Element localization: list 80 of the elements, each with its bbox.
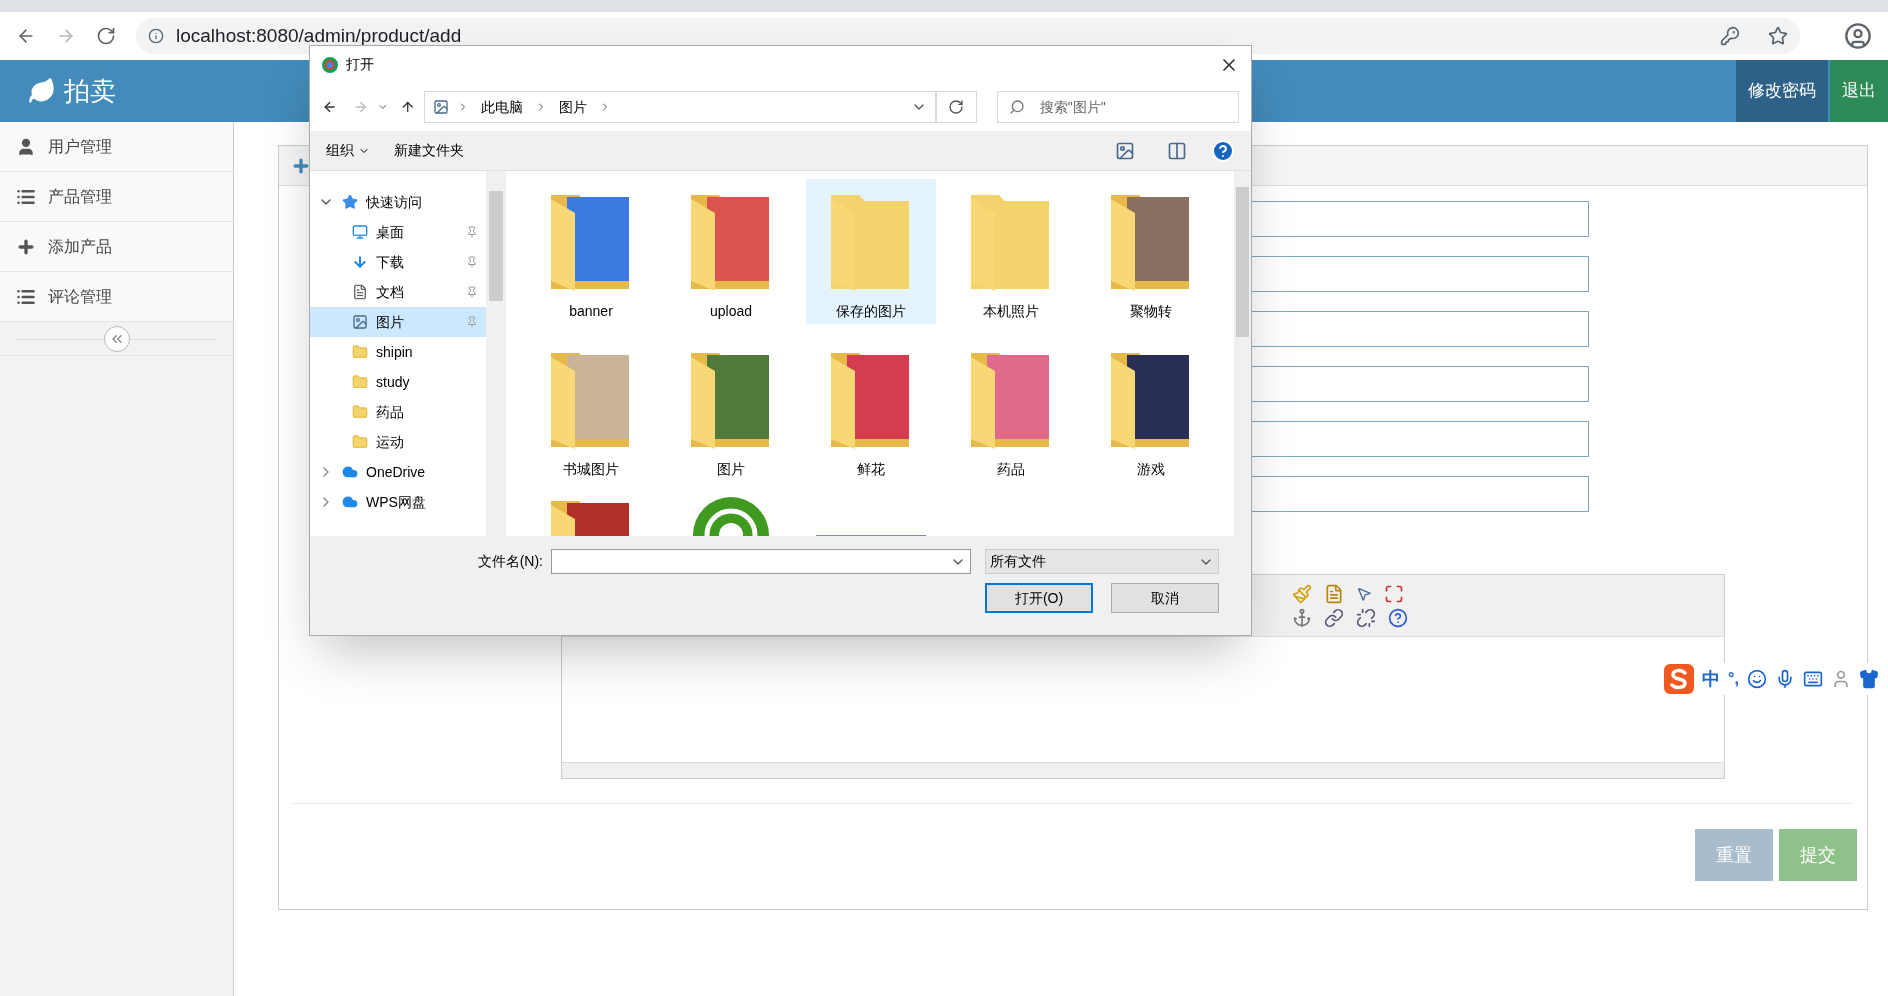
chrome-logo-icon	[322, 56, 338, 73]
profile-icon[interactable]	[1844, 22, 1872, 50]
up-icon[interactable]	[400, 99, 416, 115]
help-icon[interactable]	[1388, 607, 1408, 628]
reload-icon[interactable]	[96, 26, 116, 46]
document-icon[interactable]	[1324, 583, 1344, 604]
leaf-logo-icon	[28, 77, 56, 105]
keyboard-icon[interactable]	[1802, 669, 1823, 689]
refresh-icon	[948, 99, 965, 115]
star-icon	[342, 194, 358, 210]
nav-tree-item[interactable]: WPS网盘	[310, 487, 486, 517]
folder-icon	[352, 344, 368, 360]
folder-item[interactable]: 鲜花	[806, 337, 936, 482]
folder-item[interactable]: 本机照片	[946, 179, 1076, 324]
view-icon[interactable]	[1115, 140, 1135, 161]
key-icon[interactable]	[1720, 26, 1740, 46]
folder-item[interactable]: upload	[666, 179, 796, 324]
picture-icon	[352, 314, 368, 330]
link-icon[interactable]	[1324, 607, 1344, 628]
preview-pane-icon[interactable]	[1167, 140, 1187, 161]
logo-text: 拍卖	[64, 74, 116, 108]
cloud-icon	[342, 464, 358, 480]
cancel-button[interactable]: 取消	[1111, 583, 1219, 613]
cloud-icon	[342, 494, 358, 510]
emoji-icon[interactable]	[1746, 669, 1767, 689]
info-icon	[148, 28, 164, 44]
sidebar-item[interactable]: 添加产品	[0, 222, 233, 272]
anchor-icon[interactable]	[1292, 607, 1312, 628]
organize-menu[interactable]: 组织	[326, 140, 370, 161]
bookmark-star-icon[interactable]	[1768, 26, 1788, 46]
folder-item[interactable]: 聚物转	[1086, 179, 1216, 324]
nav-tree-item[interactable]: OneDrive	[310, 457, 486, 487]
nav-tree-item[interactable]: 快速访问	[310, 187, 486, 217]
search-field[interactable]: 搜索"图片"	[996, 91, 1239, 123]
user-icon	[16, 136, 36, 157]
sidebar-item[interactable]: 产品管理	[0, 172, 233, 222]
breadcrumb-item[interactable]: 此电脑	[480, 96, 523, 118]
breadcrumb-item[interactable]: 图片	[558, 96, 587, 118]
folder-item[interactable]: 图片	[666, 337, 796, 482]
folder-item[interactable]: banner	[526, 179, 656, 324]
folder-item[interactable]: 保存的图片	[806, 179, 936, 324]
fullscreen-icon[interactable]	[1384, 583, 1404, 604]
search-icon	[1008, 99, 1025, 115]
new-folder-button[interactable]: 新建文件夹	[394, 140, 464, 161]
folder-item[interactable]: 游戏	[1086, 337, 1216, 482]
ime-punctuation[interactable]: °,	[1728, 667, 1739, 691]
folder-item[interactable]: 书城图片	[526, 337, 656, 482]
download-icon	[352, 254, 368, 270]
refresh-button[interactable]	[936, 91, 977, 123]
skin-icon[interactable]	[1858, 669, 1879, 689]
document-icon	[352, 284, 368, 300]
nav-tree-item[interactable]: 药品	[310, 397, 486, 427]
change-password-button[interactable]: 修改密码	[1736, 60, 1828, 122]
filename-field[interactable]	[551, 549, 971, 574]
nav-tree-item[interactable]: shipin	[310, 337, 486, 367]
sidebar-item[interactable]: 评论管理	[0, 272, 233, 322]
nav-tree-item[interactable]: 桌面	[310, 217, 486, 247]
nav-tree-item[interactable]: 文档	[310, 277, 486, 307]
nav-tree-item[interactable]: 下载	[310, 247, 486, 277]
nav-tree-item[interactable]: 运动	[310, 427, 486, 457]
logout-button[interactable]: 退出	[1830, 60, 1888, 122]
address-field[interactable]: 此电脑 图片	[423, 91, 937, 123]
unlink-icon[interactable]	[1356, 607, 1376, 628]
nav-tree-item[interactable]: 图片	[310, 307, 486, 337]
folder-icon	[352, 434, 368, 450]
nav-tree-item[interactable]: study	[310, 367, 486, 397]
back-icon[interactable]	[322, 99, 338, 115]
folder-icon	[352, 374, 368, 390]
file-type-dropdown[interactable]: 所有文件	[985, 549, 1219, 574]
folder-item[interactable]: 药品	[946, 337, 1076, 482]
dialog-title: 打开	[346, 55, 375, 74]
folder-icon	[352, 404, 368, 420]
sidebar-item[interactable]: 用户管理	[0, 122, 233, 172]
open-button[interactable]: 打开(O)	[985, 583, 1093, 613]
filename-label: 文件名(N):	[477, 552, 543, 571]
pointer-icon[interactable]	[1356, 585, 1372, 602]
desktop-icon	[352, 224, 368, 240]
url-text: localhost:8080/admin/product/add	[176, 23, 463, 48]
picture-icon	[432, 99, 449, 115]
ime-mode[interactable]: 中	[1702, 665, 1720, 693]
